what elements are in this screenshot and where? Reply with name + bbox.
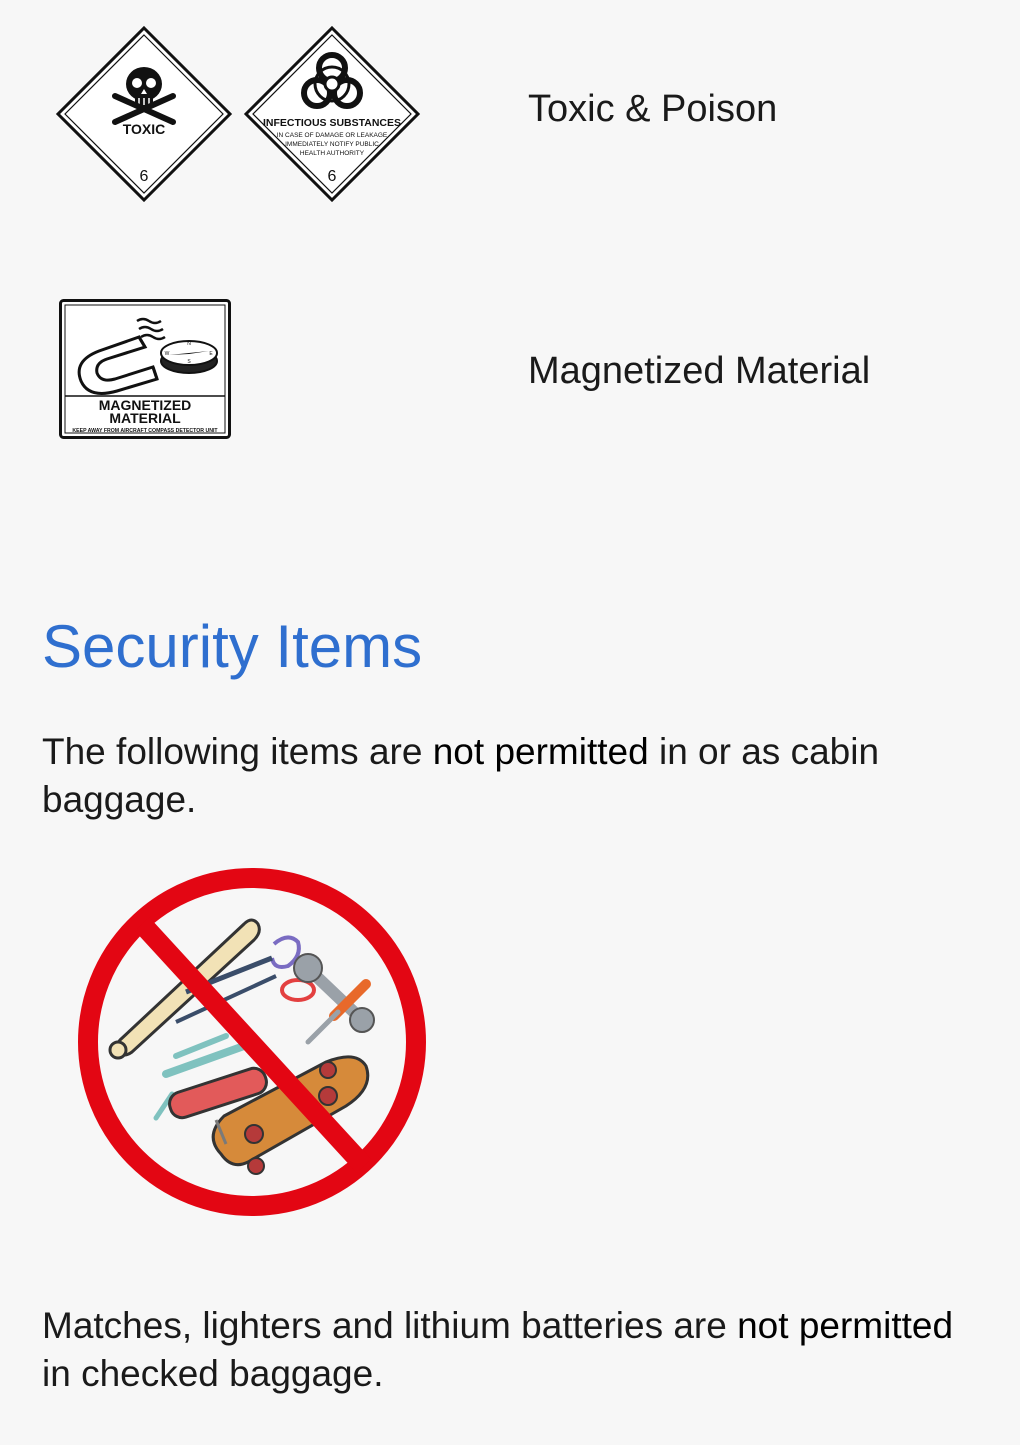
section-heading-security: Security Items	[42, 613, 423, 680]
hazard-label-magnetized: Magnetized Material	[528, 350, 871, 392]
infectious-sign-title: INFECTIOUS SUBSTANCES	[263, 117, 401, 129]
toxic-class-number: 6	[140, 168, 149, 185]
cabin-restriction-text: The following items are not permitted in…	[42, 728, 982, 824]
infectious-class-number: 6	[328, 168, 337, 185]
magnet-compass-icon: N E S W MAGNETIZED MATERIAL KEEP AWAY FR…	[59, 299, 231, 439]
infectious-line-2: IMMEDIATELY NOTIFY PUBLIC	[285, 141, 379, 148]
toxic-sign-title: TOXIC	[123, 121, 166, 137]
hazard-row-magnetized: N E S W MAGNETIZED MATERIAL KEEP AWAY FR…	[0, 290, 1020, 450]
hazard-row-toxic: TOXIC 6 INFECTIOUS SUBSTANCES IN CASE OF…	[0, 0, 1020, 230]
checked-text-emphasis: not permitted	[737, 1305, 954, 1346]
checked-restriction-text: Matches, lighters and lithium batteries …	[42, 1302, 982, 1398]
biohazard-icon: INFECTIOUS SUBSTANCES IN CASE OF DAMAGE …	[243, 26, 421, 202]
cabin-text-emphasis: not permitted	[432, 731, 649, 772]
cabin-text-part1: The following items are	[42, 731, 433, 772]
checked-text-part1: Matches, lighters and lithium batteries …	[42, 1305, 738, 1346]
prohibited-tools-icon	[78, 868, 426, 1216]
compass-north: N	[187, 341, 191, 347]
hazard-label-toxic: Toxic & Poison	[528, 88, 778, 130]
infectious-line-1: IN CASE OF DAMAGE OR LEAKAGE	[277, 132, 388, 139]
magnetized-subtitle: KEEP AWAY FROM AIRCRAFT COMPASS DETECTOR…	[72, 428, 218, 434]
infectious-line-3: HEALTH AUTHORITY	[300, 150, 365, 157]
compass-west: W	[165, 351, 170, 357]
magnetized-title-2: MATERIAL	[109, 410, 181, 426]
skull-crossbones-icon: TOXIC 6	[55, 26, 233, 202]
checked-text-part2: in checked baggage.	[42, 1353, 384, 1394]
